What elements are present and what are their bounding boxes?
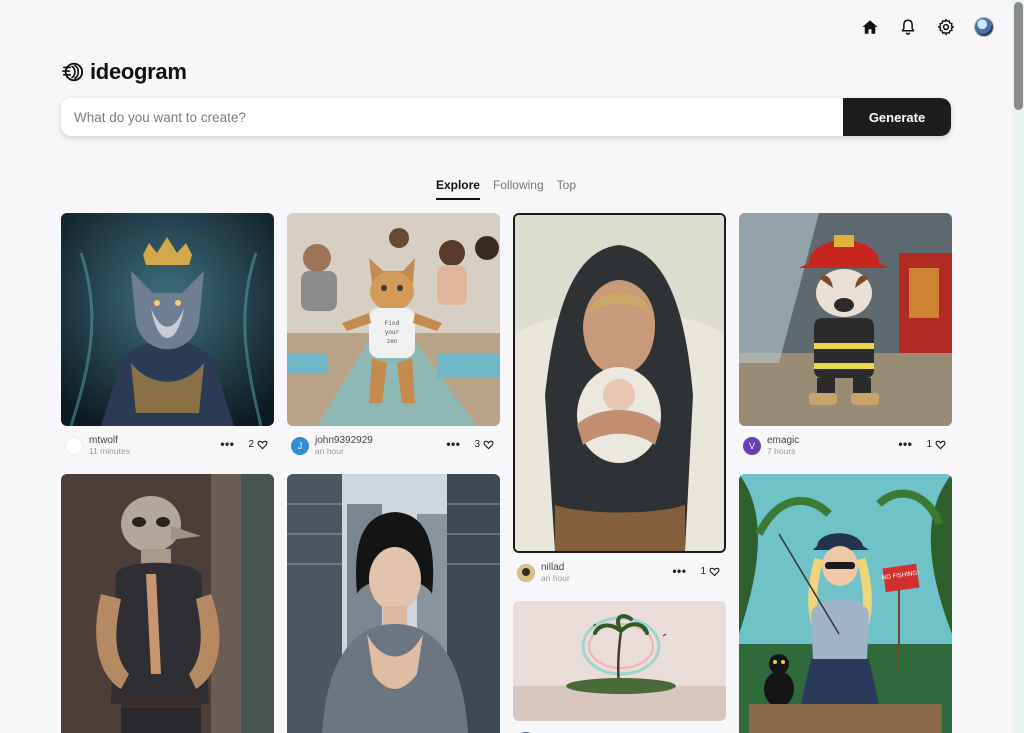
- image-card[interactable]: mtwolf 11 minutes ••• 2: [61, 213, 274, 462]
- image-hooded-figure[interactable]: [513, 213, 726, 553]
- user-avatar[interactable]: [974, 17, 994, 37]
- more-options-icon[interactable]: •••: [898, 437, 912, 451]
- image-meerkat-biker[interactable]: [61, 474, 274, 733]
- image-card[interactable]: V emagic 7 hours ••• 1: [739, 213, 952, 462]
- tab-top[interactable]: Top: [557, 178, 576, 200]
- tab-explore[interactable]: Explore: [435, 178, 480, 200]
- feed-tabs: Explore Following Top: [0, 178, 1012, 200]
- username[interactable]: emagic: [767, 435, 799, 446]
- timestamp: 7 hours: [767, 446, 796, 456]
- tab-following[interactable]: Following: [493, 178, 544, 200]
- card-meta: mtwolf 11 minutes ••• 2: [61, 430, 274, 462]
- timestamp: an hour: [541, 573, 570, 583]
- scrollbar-thumb[interactable]: [1014, 2, 1023, 110]
- prompt-input[interactable]: [61, 98, 843, 136]
- card-meta: V emagic 7 hours ••• 1: [739, 430, 952, 462]
- heart-icon: [257, 440, 268, 449]
- top-nav: [860, 17, 994, 37]
- more-options-icon[interactable]: •••: [672, 564, 686, 578]
- bell-icon[interactable]: [898, 17, 918, 37]
- image-firefighter-dog[interactable]: [739, 213, 952, 426]
- like-count: 1: [700, 565, 706, 577]
- prompt-bar: Generate: [61, 98, 951, 136]
- heart-icon: [935, 440, 946, 449]
- like-button[interactable]: 3: [474, 439, 494, 450]
- card-meta-partial: [513, 725, 726, 733]
- image-yoga-cat[interactable]: Find your zen: [287, 213, 500, 426]
- like-button[interactable]: 1: [926, 439, 946, 450]
- avatar[interactable]: [517, 564, 535, 582]
- like-button[interactable]: 2: [248, 439, 268, 450]
- like-count: 3: [474, 438, 480, 450]
- gear-icon[interactable]: [936, 17, 956, 37]
- heart-icon: [709, 567, 720, 576]
- image-palm-island[interactable]: [513, 601, 726, 721]
- image-wolf-king[interactable]: [61, 213, 274, 426]
- card-meta: nillad an hour ••• 1: [513, 557, 726, 589]
- username[interactable]: mtwolf: [89, 435, 130, 446]
- like-count: 2: [248, 438, 254, 450]
- like-count: 1: [926, 438, 932, 450]
- logo-text: ideogram: [90, 59, 187, 84]
- image-card[interactable]: nillad an hour ••• 1: [513, 213, 726, 589]
- image-card[interactable]: Find your zen J john9392929 an hour ••• …: [287, 213, 500, 462]
- timestamp: an hour: [315, 446, 344, 456]
- image-card[interactable]: NO FISHING!: [739, 474, 952, 733]
- logo[interactable]: ideogram: [62, 59, 187, 85]
- username[interactable]: nillad: [541, 562, 570, 573]
- card-meta: J john9392929 an hour ••• 3: [287, 430, 500, 462]
- image-woman-city[interactable]: [287, 474, 500, 733]
- more-options-icon[interactable]: •••: [446, 437, 460, 451]
- heart-icon: [483, 440, 494, 449]
- image-fishing-woman[interactable]: NO FISHING!: [739, 474, 952, 733]
- avatar[interactable]: J: [291, 437, 309, 455]
- like-button[interactable]: 1: [700, 566, 720, 577]
- svg-text:zen: zen: [387, 338, 398, 345]
- scrollbar-track[interactable]: [1012, 0, 1024, 733]
- more-options-icon[interactable]: •••: [220, 437, 234, 451]
- home-icon[interactable]: [860, 17, 880, 37]
- avatar[interactable]: [65, 437, 83, 455]
- username[interactable]: john9392929: [315, 435, 373, 446]
- ideogram-logo-icon: [62, 62, 84, 82]
- image-card[interactable]: [61, 474, 274, 733]
- image-card[interactable]: [513, 601, 726, 733]
- image-card[interactable]: [287, 474, 500, 733]
- avatar[interactable]: V: [743, 437, 761, 455]
- timestamp: 11 minutes: [89, 446, 130, 456]
- generate-button[interactable]: Generate: [843, 98, 951, 136]
- svg-text:your: your: [385, 329, 400, 336]
- svg-text:Find: Find: [385, 320, 400, 327]
